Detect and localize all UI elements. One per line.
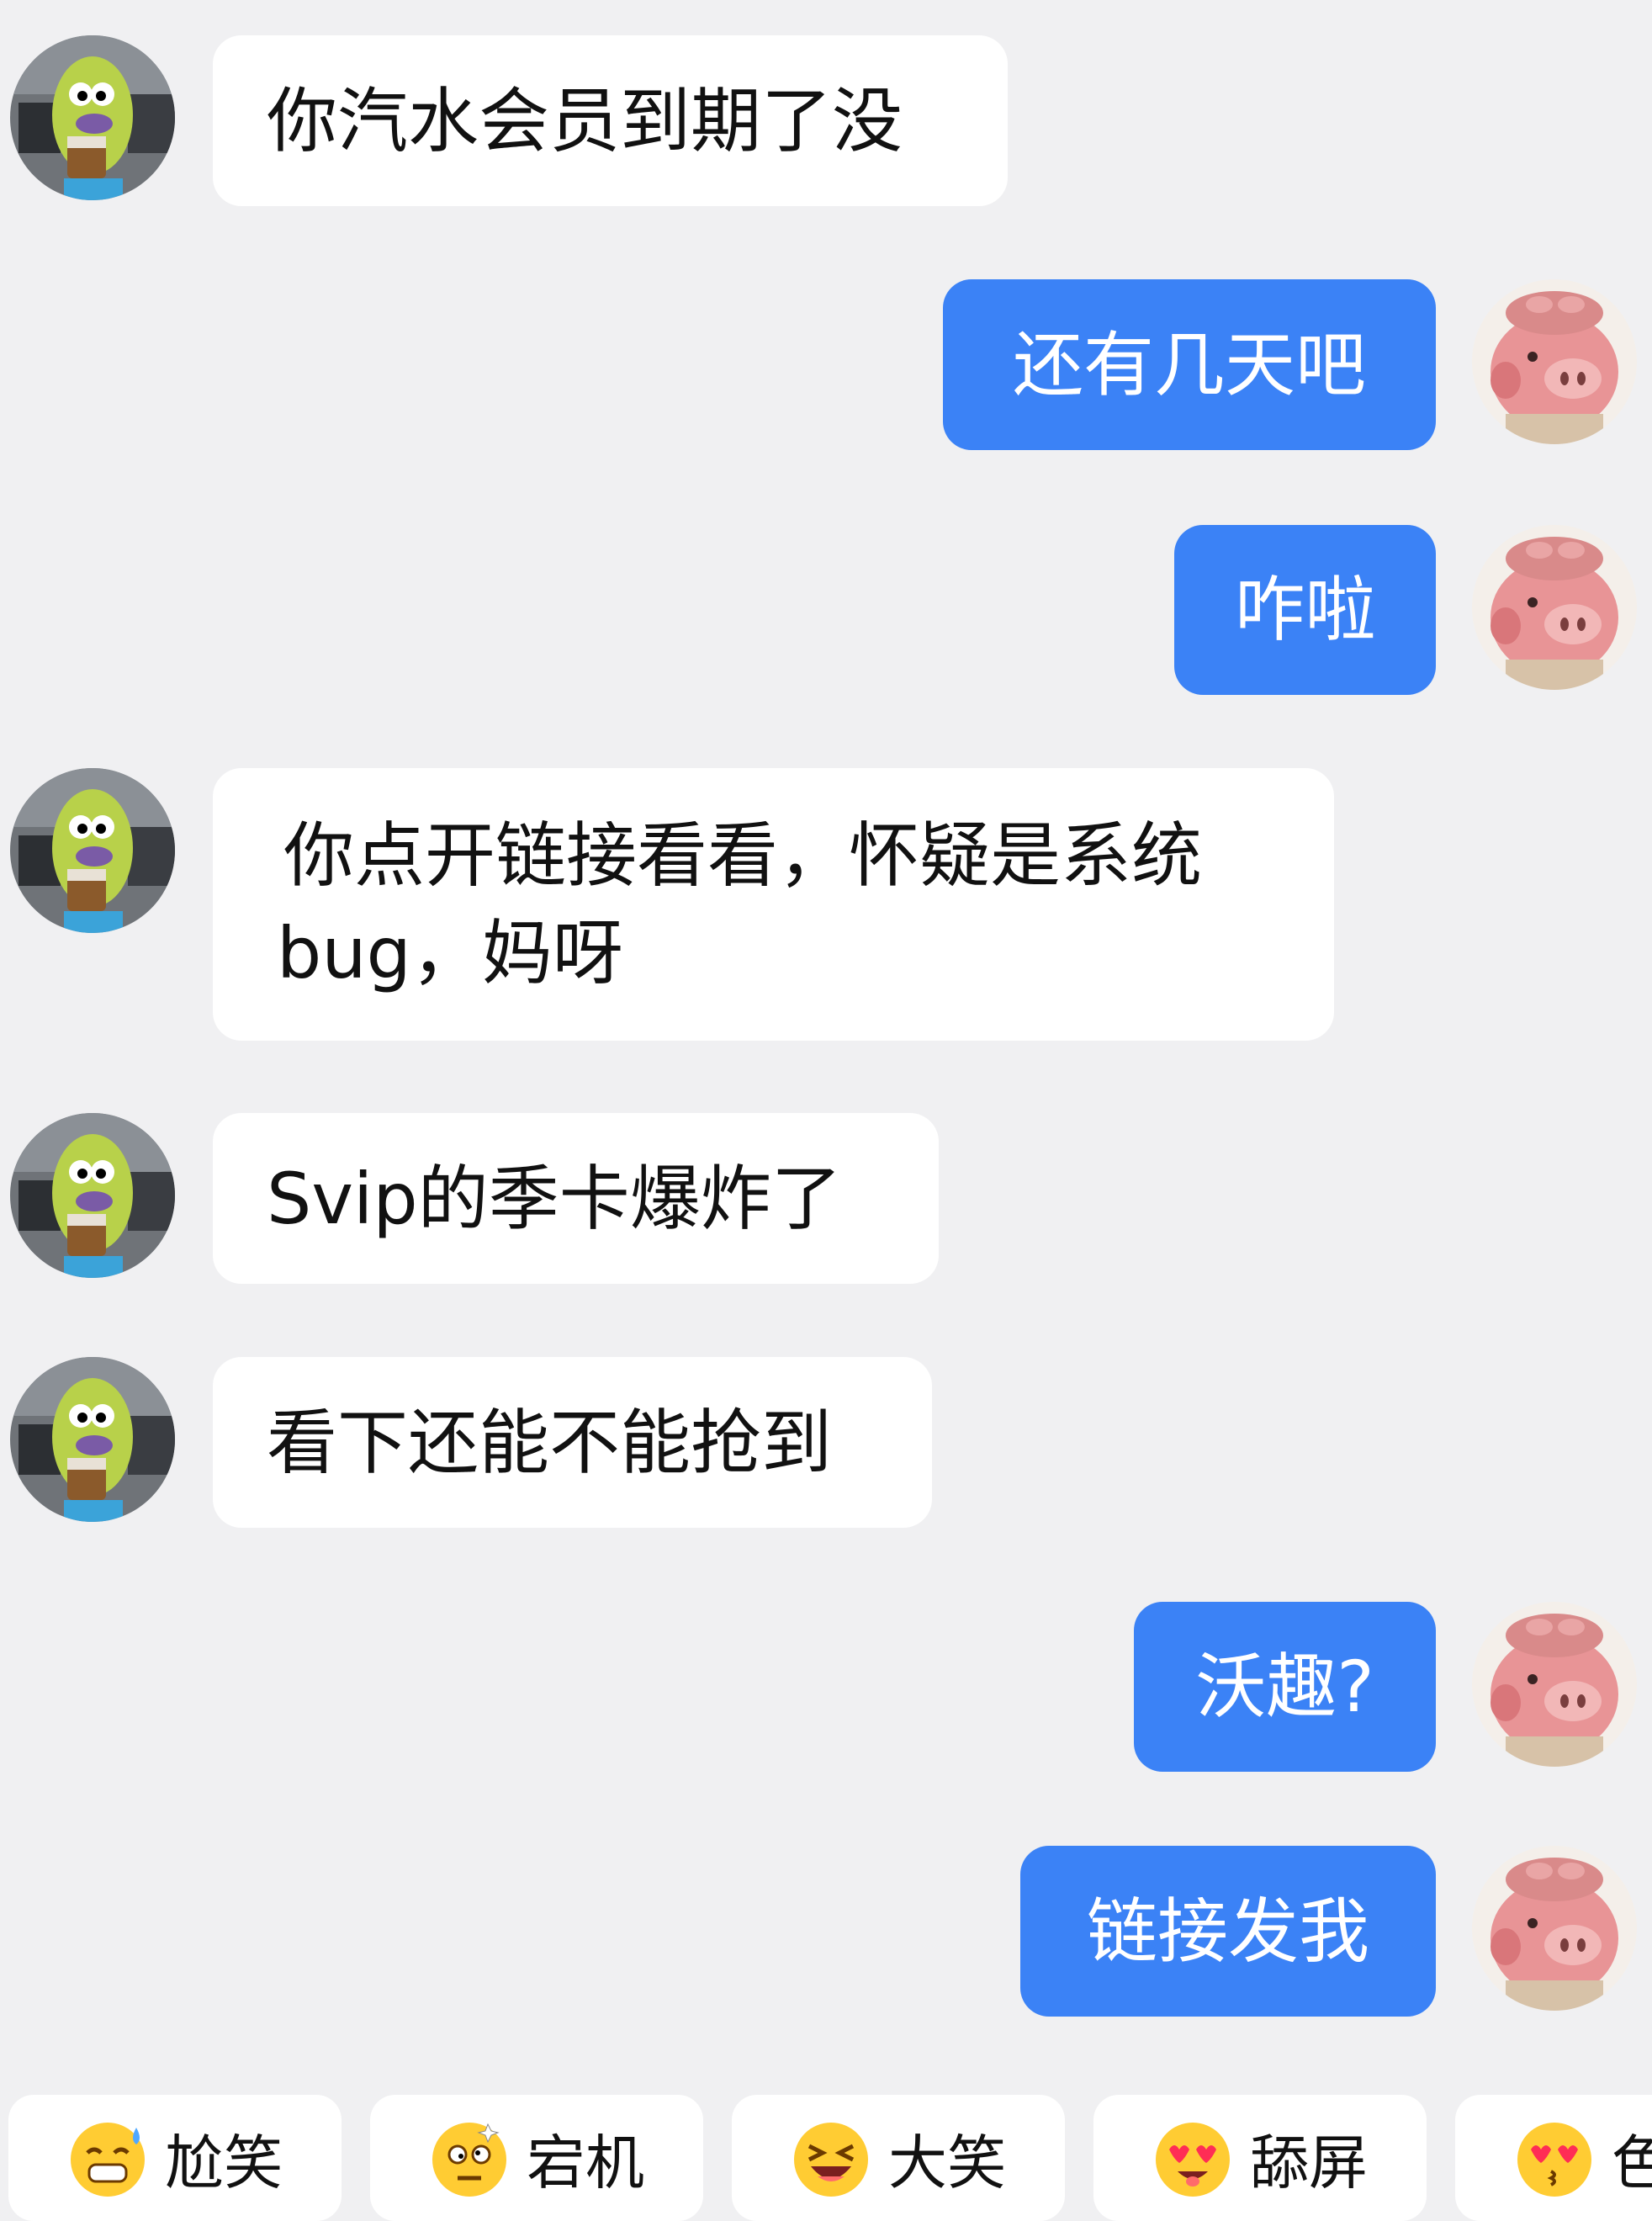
pig-avatar[interactable] bbox=[1472, 1846, 1637, 2011]
quick-reply-chip[interactable]: 尬笑 bbox=[8, 2095, 342, 2221]
quick-reply-label: 舔屏 bbox=[1250, 2128, 1368, 2197]
outgoing-message-bubble[interactable]: 咋啦 bbox=[1174, 525, 1436, 695]
quick-reply-chip[interactable]: 宕机 bbox=[370, 2095, 703, 2221]
pig-avatar[interactable] bbox=[1472, 1602, 1637, 1767]
message-text: 还有几天吧 bbox=[1012, 323, 1366, 406]
sweat-smile-emoji-icon bbox=[66, 2116, 150, 2200]
outgoing-message-bubble[interactable]: 还有几天吧 bbox=[943, 279, 1436, 450]
dazed-emoji-icon bbox=[427, 2116, 511, 2200]
cactus-avatar[interactable] bbox=[10, 768, 175, 933]
laughing-emoji-icon bbox=[789, 2116, 873, 2200]
incoming-message-bubble[interactable]: 你点开链接看看，怀疑是系统 bug，妈呀 bbox=[213, 768, 1334, 1041]
quick-reply-label: 大笑 bbox=[888, 2128, 1006, 2197]
heart-eyes-emoji-icon bbox=[1151, 2116, 1235, 2200]
quick-reply-bar: 尬笑 宕机 大笑 舔屏 色 bbox=[0, 2095, 1652, 2221]
incoming-message-bubble[interactable]: 你汽水会员到期了没 bbox=[213, 35, 1008, 206]
cactus-avatar[interactable] bbox=[10, 1357, 175, 1522]
pig-avatar[interactable] bbox=[1472, 525, 1637, 690]
cactus-avatar[interactable] bbox=[10, 1113, 175, 1278]
kiss-heart-emoji-icon bbox=[1512, 2116, 1596, 2200]
quick-reply-label: 宕机 bbox=[527, 2128, 644, 2197]
message-text: Svip的季卡爆炸了 bbox=[267, 1157, 842, 1240]
incoming-message-bubble[interactable]: Svip的季卡爆炸了 bbox=[213, 1113, 939, 1284]
quick-reply-chip[interactable]: 色 bbox=[1455, 2095, 1652, 2221]
quick-reply-chip[interactable]: 大笑 bbox=[732, 2095, 1065, 2221]
quick-reply-chip[interactable]: 舔屏 bbox=[1093, 2095, 1427, 2221]
message-text-line: bug，妈呀 bbox=[277, 912, 623, 994]
message-text: 咋啦 bbox=[1234, 569, 1376, 651]
message-text: 看下还能不能抢到 bbox=[267, 1401, 833, 1484]
message-text: 沃趣? bbox=[1195, 1646, 1374, 1728]
message-text: 你汽水会员到期了没 bbox=[267, 79, 903, 162]
incoming-message-bubble[interactable]: 看下还能不能抢到 bbox=[213, 1357, 932, 1528]
outgoing-message-bubble[interactable]: 链接发我 bbox=[1020, 1846, 1436, 2017]
pig-avatar[interactable] bbox=[1472, 279, 1637, 444]
message-text-line: 你点开链接看看，怀疑是系统 bbox=[283, 814, 1203, 897]
cactus-avatar[interactable] bbox=[10, 35, 175, 200]
quick-reply-label: 尬笑 bbox=[165, 2128, 283, 2197]
outgoing-message-bubble[interactable]: 沃趣? bbox=[1134, 1602, 1436, 1772]
quick-reply-label: 色 bbox=[1612, 2128, 1652, 2197]
message-text: 链接发我 bbox=[1086, 1890, 1369, 1973]
